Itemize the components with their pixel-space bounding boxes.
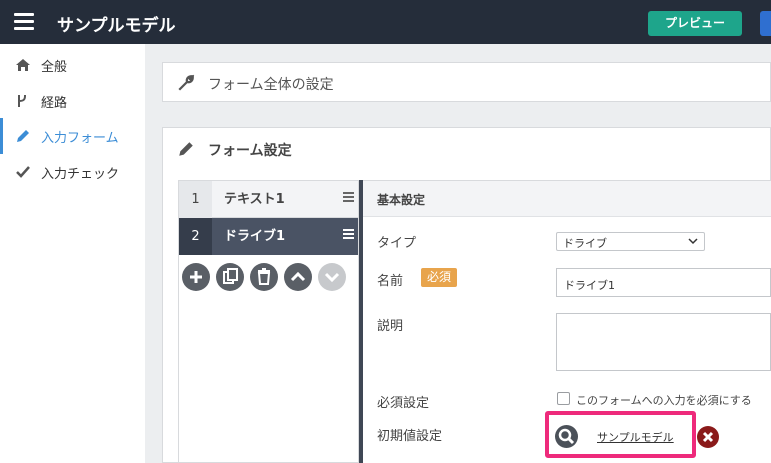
clear-default-button[interactable]: [697, 426, 719, 448]
default-model-link[interactable]: サンプルモデル: [597, 429, 674, 445]
sidebar-item-label: 全般: [41, 60, 68, 75]
wrench-icon: [178, 74, 195, 91]
type-select-value: ドライブ: [563, 237, 607, 250]
field-number: 2: [179, 218, 212, 255]
trash-icon: [257, 268, 271, 285]
sidebar-item-label: 経路: [41, 96, 68, 111]
branch-icon: [18, 95, 26, 107]
required-setting-label: 必須設定: [377, 396, 430, 411]
description-textarea[interactable]: [556, 313, 771, 371]
sidebar-item-routes[interactable]: 経路: [0, 83, 145, 119]
pencil-icon: [17, 130, 29, 142]
move-up-button[interactable]: [284, 263, 312, 291]
home-icon: [16, 59, 30, 71]
sidebar-item-general[interactable]: 全般: [0, 47, 145, 83]
active-indicator: [0, 118, 3, 154]
save-button-partial[interactable]: [760, 11, 771, 36]
type-label: タイプ: [377, 236, 417, 251]
required-checkbox-label[interactable]: このフォームへの入力を必須にする: [576, 392, 752, 408]
required-checkbox[interactable]: [557, 392, 570, 405]
field-name: テキスト1: [224, 192, 285, 207]
sidebar-item-input-form[interactable]: 入力フォーム: [0, 118, 145, 154]
field-name: ドライブ1: [224, 229, 286, 244]
close-icon: [702, 431, 714, 443]
overall-settings-title: フォーム全体の設定: [208, 77, 334, 93]
move-down-button[interactable]: [318, 263, 346, 291]
sidebar-item-label: 入力チェック: [41, 167, 120, 182]
section-title: 基本設定: [377, 193, 426, 207]
name-input-value: ドライブ1: [564, 279, 615, 292]
form-settings-title: フォーム設定: [208, 143, 292, 159]
top-bar: サンプルモデル プレビュー: [0, 0, 771, 44]
description-label: 説明: [377, 319, 404, 334]
add-field-button[interactable]: [182, 263, 210, 291]
field-actions: [182, 263, 352, 293]
field-number: 1: [179, 181, 212, 218]
default-value-label: 初期値設定: [377, 429, 443, 444]
copy-icon: [223, 268, 238, 284]
required-badge: 必須: [421, 268, 457, 287]
chevron-down-icon: [688, 238, 698, 245]
app-title: サンプルモデル: [57, 16, 176, 36]
search-button[interactable]: [555, 425, 578, 448]
drag-handle-icon[interactable]: [343, 229, 354, 241]
add-icon: [190, 271, 202, 283]
sidebar-item-label: 入力フォーム: [41, 131, 119, 146]
copy-field-button[interactable]: [216, 263, 244, 291]
sidebar-item-input-check[interactable]: 入力チェック: [0, 154, 145, 190]
delete-field-button[interactable]: [250, 263, 278, 291]
section-header: 基本設定: [363, 181, 771, 217]
arrow-down-icon: [324, 272, 340, 283]
arrow-up-icon: [290, 271, 306, 282]
overall-settings-panel[interactable]: フォーム全体の設定: [162, 62, 771, 102]
preview-button[interactable]: プレビュー: [648, 11, 742, 36]
check-icon: [16, 166, 30, 178]
pencil-icon: [179, 142, 193, 156]
drag-handle-icon[interactable]: [343, 192, 354, 204]
sidebar: 全般 経路 入力フォーム 入力チェック: [0, 44, 145, 463]
field-row-selected[interactable]: 2 ドライブ1: [179, 218, 358, 255]
field-list: 1 テキスト1 2 ドライブ1: [178, 180, 359, 463]
field-row[interactable]: 1 テキスト1: [179, 181, 358, 218]
search-icon: [558, 428, 575, 445]
name-input[interactable]: ドライブ1: [556, 268, 771, 297]
type-select[interactable]: ドライブ: [556, 232, 705, 251]
name-label: 名前: [377, 274, 404, 289]
hamburger-menu-icon[interactable]: [14, 13, 34, 30]
